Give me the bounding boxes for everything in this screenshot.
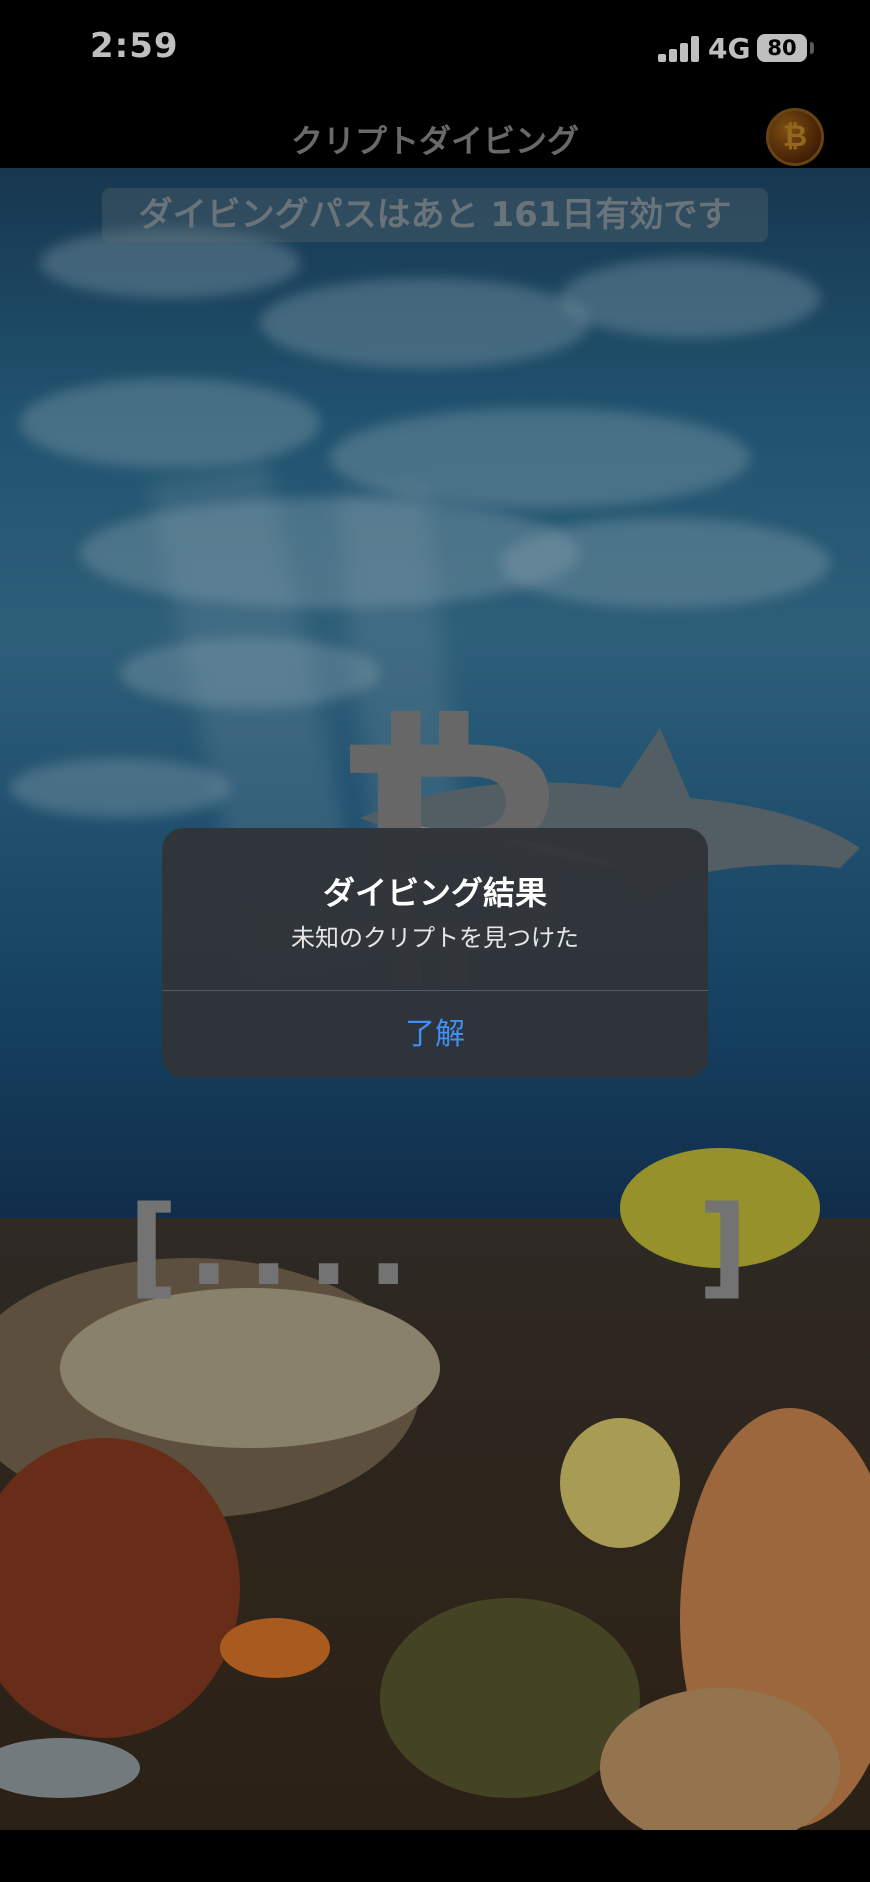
alert-title: ダイビング結果 bbox=[322, 874, 547, 912]
alert-message: 未知のクリプトを見つけた bbox=[291, 924, 579, 952]
bottom-safe-area bbox=[0, 1830, 870, 1882]
diving-result-alert: ダイビング結果 未知のクリプトを見つけた 了解 bbox=[162, 828, 708, 1078]
alert-ok-button[interactable]: 了解 bbox=[162, 991, 708, 1078]
